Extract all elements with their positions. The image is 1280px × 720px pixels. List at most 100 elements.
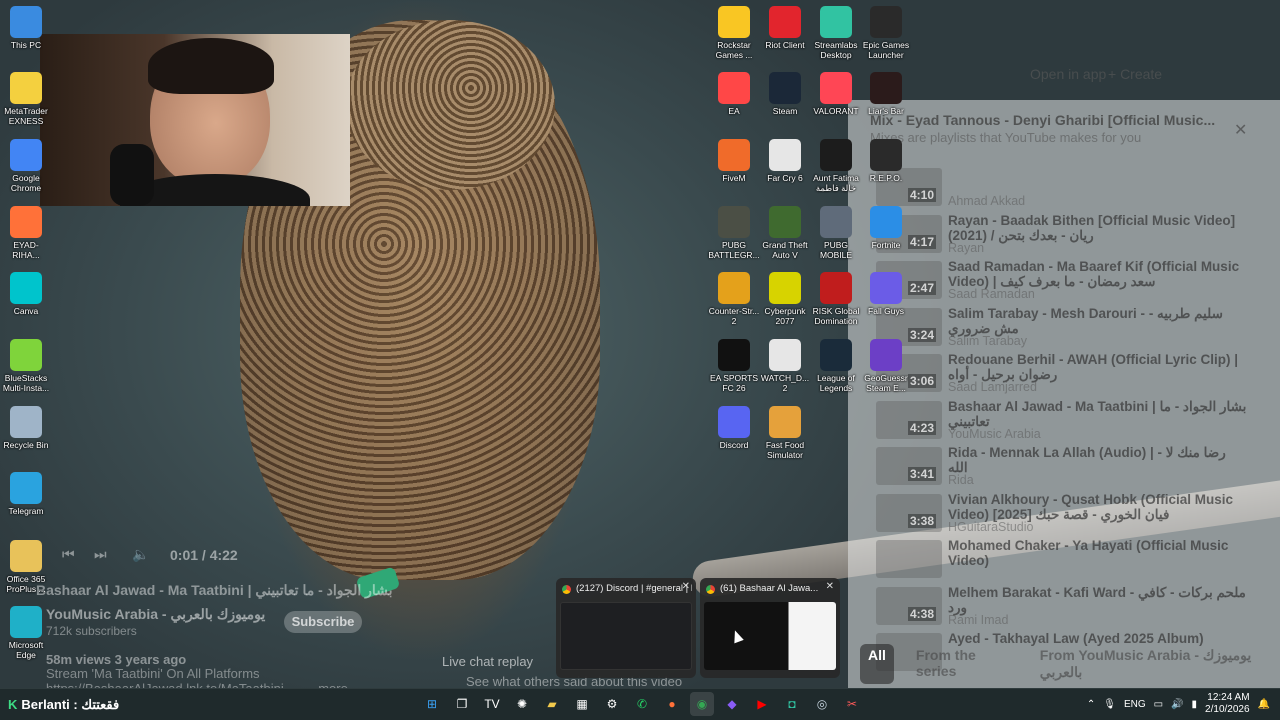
youtube-icon[interactable]: ▶ xyxy=(750,692,774,716)
settings-icon[interactable]: ⚙ xyxy=(600,692,624,716)
close-icon[interactable]: ✕ xyxy=(682,581,690,592)
network-icon[interactable]: ▭ xyxy=(1154,699,1163,710)
desktop-icon[interactable]: EYAD-RIHA... xyxy=(0,206,52,260)
speaker-icon[interactable]: 🔊 xyxy=(1171,699,1183,710)
playlist-item[interactable]: 3:38 Vivian Alkhoury - Qusat Hobk (Offici… xyxy=(876,490,1256,537)
desktop-icon-label: Recycle Bin xyxy=(3,440,49,450)
desktop-icon[interactable]: Fast Food Simulator xyxy=(759,406,811,460)
desktop-icon[interactable]: Microsoft Edge xyxy=(0,606,52,660)
volume-icon[interactable]: 🔈 xyxy=(132,546,149,563)
desktop-icon[interactable]: Far Cry 6 xyxy=(759,139,811,183)
language-indicator[interactable]: ENG xyxy=(1124,699,1146,710)
firefox-icon[interactable]: ● xyxy=(660,692,684,716)
fortnite-icon xyxy=(870,206,902,238)
desktop-icon[interactable]: FiveM xyxy=(708,139,760,183)
desktop-icon[interactable]: VALORANT xyxy=(810,72,862,116)
desktop-icon[interactable]: EA SPORTS FC 26 xyxy=(708,339,760,393)
playlist-item[interactable]: 3:06 Redouane Berhil - AWAH (Official Lyr… xyxy=(876,350,1256,397)
desktop-icon[interactable]: Aunt Fatima خالة فاطمة xyxy=(810,139,862,193)
desktop-icon[interactable]: EA xyxy=(708,72,760,116)
clock-time: 12:24 AM xyxy=(1207,692,1250,703)
desktop-icon[interactable]: Cyberpunk 2077 xyxy=(759,272,811,326)
close-icon[interactable]: ✕ xyxy=(1234,120,1247,140)
notification-icon[interactable]: 🔔 xyxy=(1258,699,1270,710)
chevron-up-icon[interactable]: ⌃ xyxy=(1087,699,1095,710)
playlist-item[interactable]: 2:47 Saad Ramadan - Ma Baaref Kif (Offici… xyxy=(876,257,1256,304)
open-in-app-link[interactable]: Open in app xyxy=(1030,66,1106,82)
desktop-icon-label: Fall Guys xyxy=(868,306,904,316)
playlist-item[interactable]: 4:17 Rayan - Baadak Bithen [Official Musi… xyxy=(876,211,1256,258)
chrome-icon[interactable]: ◉ xyxy=(690,692,714,716)
desktop-icon[interactable]: Telegram xyxy=(0,472,52,516)
desktop-icon[interactable]: Office 365 ProPlus ... xyxy=(0,540,52,594)
desktop-icon[interactable]: Fortnite xyxy=(860,206,912,250)
streamlabs-icon[interactable]: ◘ xyxy=(780,692,804,716)
playlist-title: Bashaar Al Jawad - Ma Taatbini | بشار ال… xyxy=(948,398,1247,429)
task-view-icon[interactable]: ❐ xyxy=(450,692,474,716)
create-button[interactable]: + Create xyxy=(1108,66,1162,82)
video-title: Bashaar Al Jawad - Ma Taatbini | بشار ال… xyxy=(36,582,393,598)
channel-name[interactable]: YouMusic Arabia - يوميوزك بالعربي xyxy=(46,606,265,623)
now-playing-widget[interactable]: K Berlanti : فقعتتك xyxy=(8,697,119,713)
desktop-icon[interactable]: This PC xyxy=(0,6,52,50)
youtube-window-thumbnail[interactable]: (61) Bashaar Al Jawa... ✕ xyxy=(700,578,840,678)
desktop-icon[interactable]: Fall Guys xyxy=(860,272,912,316)
copilot-icon[interactable]: ◆ xyxy=(720,692,744,716)
start-icon[interactable]: ⊞ xyxy=(420,692,444,716)
calculator-icon[interactable]: ▦ xyxy=(570,692,594,716)
desktop-icon[interactable]: Recycle Bin xyxy=(0,406,52,450)
desktop-icon[interactable]: BlueStacks Multi-Insta... xyxy=(0,339,52,393)
desktop-icon-label: GeoGuessr Steam E... xyxy=(864,373,908,393)
desktop-icon[interactable]: Epic Games Launcher xyxy=(860,6,912,60)
tradingview-icon[interactable]: TV xyxy=(480,692,504,716)
playlist-duration: 2:47 xyxy=(908,281,937,295)
desktop-icon[interactable]: MetaTrader EXNESS xyxy=(0,72,52,126)
playlist-item[interactable]: 4:10 Ahmad Akkad xyxy=(876,164,1256,211)
now-playing-text: Berlanti : فقعتتك xyxy=(21,697,120,712)
streamlabs-icon xyxy=(820,6,852,38)
discord-window-thumbnail[interactable]: (2127) Discord | #general | K... ✕ xyxy=(556,578,696,678)
desktop-icon[interactable]: GeoGuessr Steam E... xyxy=(860,339,912,393)
next-icon[interactable]: ⏭ xyxy=(94,546,107,563)
desktop-icon[interactable]: Streamlabs Desktop xyxy=(810,6,862,60)
desktop-icon[interactable]: Steam xyxy=(759,72,811,116)
battery-icon[interactable]: ▮ xyxy=(1192,699,1198,710)
file-explorer-icon[interactable]: ▰ xyxy=(540,692,564,716)
desktop-icon[interactable]: Canva xyxy=(0,272,52,316)
microphone-icon[interactable]: 🎙 xyxy=(1103,699,1116,710)
snipping-icon[interactable]: ✂ xyxy=(840,692,864,716)
desktop-icon[interactable]: WATCH_D... 2 xyxy=(759,339,811,393)
desktop-icon[interactable]: Riot Client xyxy=(759,6,811,50)
desktop-icon[interactable]: Rockstar Games ... xyxy=(708,6,760,60)
desktop-icon[interactable]: Google Chrome xyxy=(0,139,52,193)
playlist-tab[interactable]: All xyxy=(860,644,894,684)
previous-icon[interactable]: ⏮ xyxy=(62,546,75,563)
desktop-icon[interactable]: Liar's Bar xyxy=(860,72,912,116)
live-chat-replay[interactable]: Live chat replay xyxy=(442,654,533,669)
playlist-title: Salim Tarabay - Mesh Darouri - سليم طربي… xyxy=(948,305,1223,336)
playlist-item[interactable]: 4:38 Melhem Barakat - Kafi Ward - ملحم بر… xyxy=(876,583,1256,630)
desktop-icon[interactable]: Counter-Str... 2 xyxy=(708,272,760,326)
playlist-duration: 3:41 xyxy=(908,467,937,481)
chatgpt-icon[interactable]: ✺ xyxy=(510,692,534,716)
playlist-tab[interactable]: From the series xyxy=(908,644,1018,684)
subscribe-button[interactable]: Subscribe xyxy=(284,611,362,633)
desktop-icon[interactable]: PUBG MOBILE xyxy=(810,206,862,260)
desktop-icon[interactable]: Discord xyxy=(708,406,760,450)
whatsapp-icon[interactable]: ✆ xyxy=(630,692,654,716)
desktop-icon[interactable]: PUBG BATTLEGR... xyxy=(708,206,760,260)
playlist-item[interactable]: 3:24 Salim Tarabay - Mesh Darouri - سليم … xyxy=(876,304,1256,351)
playlist-item[interactable]: 4:23 Bashaar Al Jawad - Ma Taatbini | بشا… xyxy=(876,397,1256,444)
desktop-icon[interactable]: League of Legends xyxy=(810,339,862,393)
desktop-icon[interactable]: Grand Theft Auto V xyxy=(759,206,811,260)
playlist-tab[interactable]: From YouMusic Arabia - يوميوزك بالعربي xyxy=(1032,644,1280,684)
desktop-icon[interactable]: RISK Global Domination xyxy=(810,272,862,326)
clock[interactable]: 12:24 AM 2/10/2026 xyxy=(1205,692,1250,716)
close-icon[interactable]: ✕ xyxy=(826,581,834,592)
steam-icon[interactable]: ◎ xyxy=(810,692,834,716)
playlist-item[interactable]: Mohamed Chaker - Ya Hayati (Official Mus… xyxy=(876,536,1256,583)
playlist-item[interactable]: 3:41 Rida - Mennak La Allah (Audio) | - ر… xyxy=(876,443,1256,490)
desktop-icon[interactable]: R.E.P.O. xyxy=(860,139,912,183)
monitor-icon xyxy=(10,6,42,38)
mix-title: Mix - Eyad Tannous - Denyi Gharibi [Offi… xyxy=(870,112,1216,128)
